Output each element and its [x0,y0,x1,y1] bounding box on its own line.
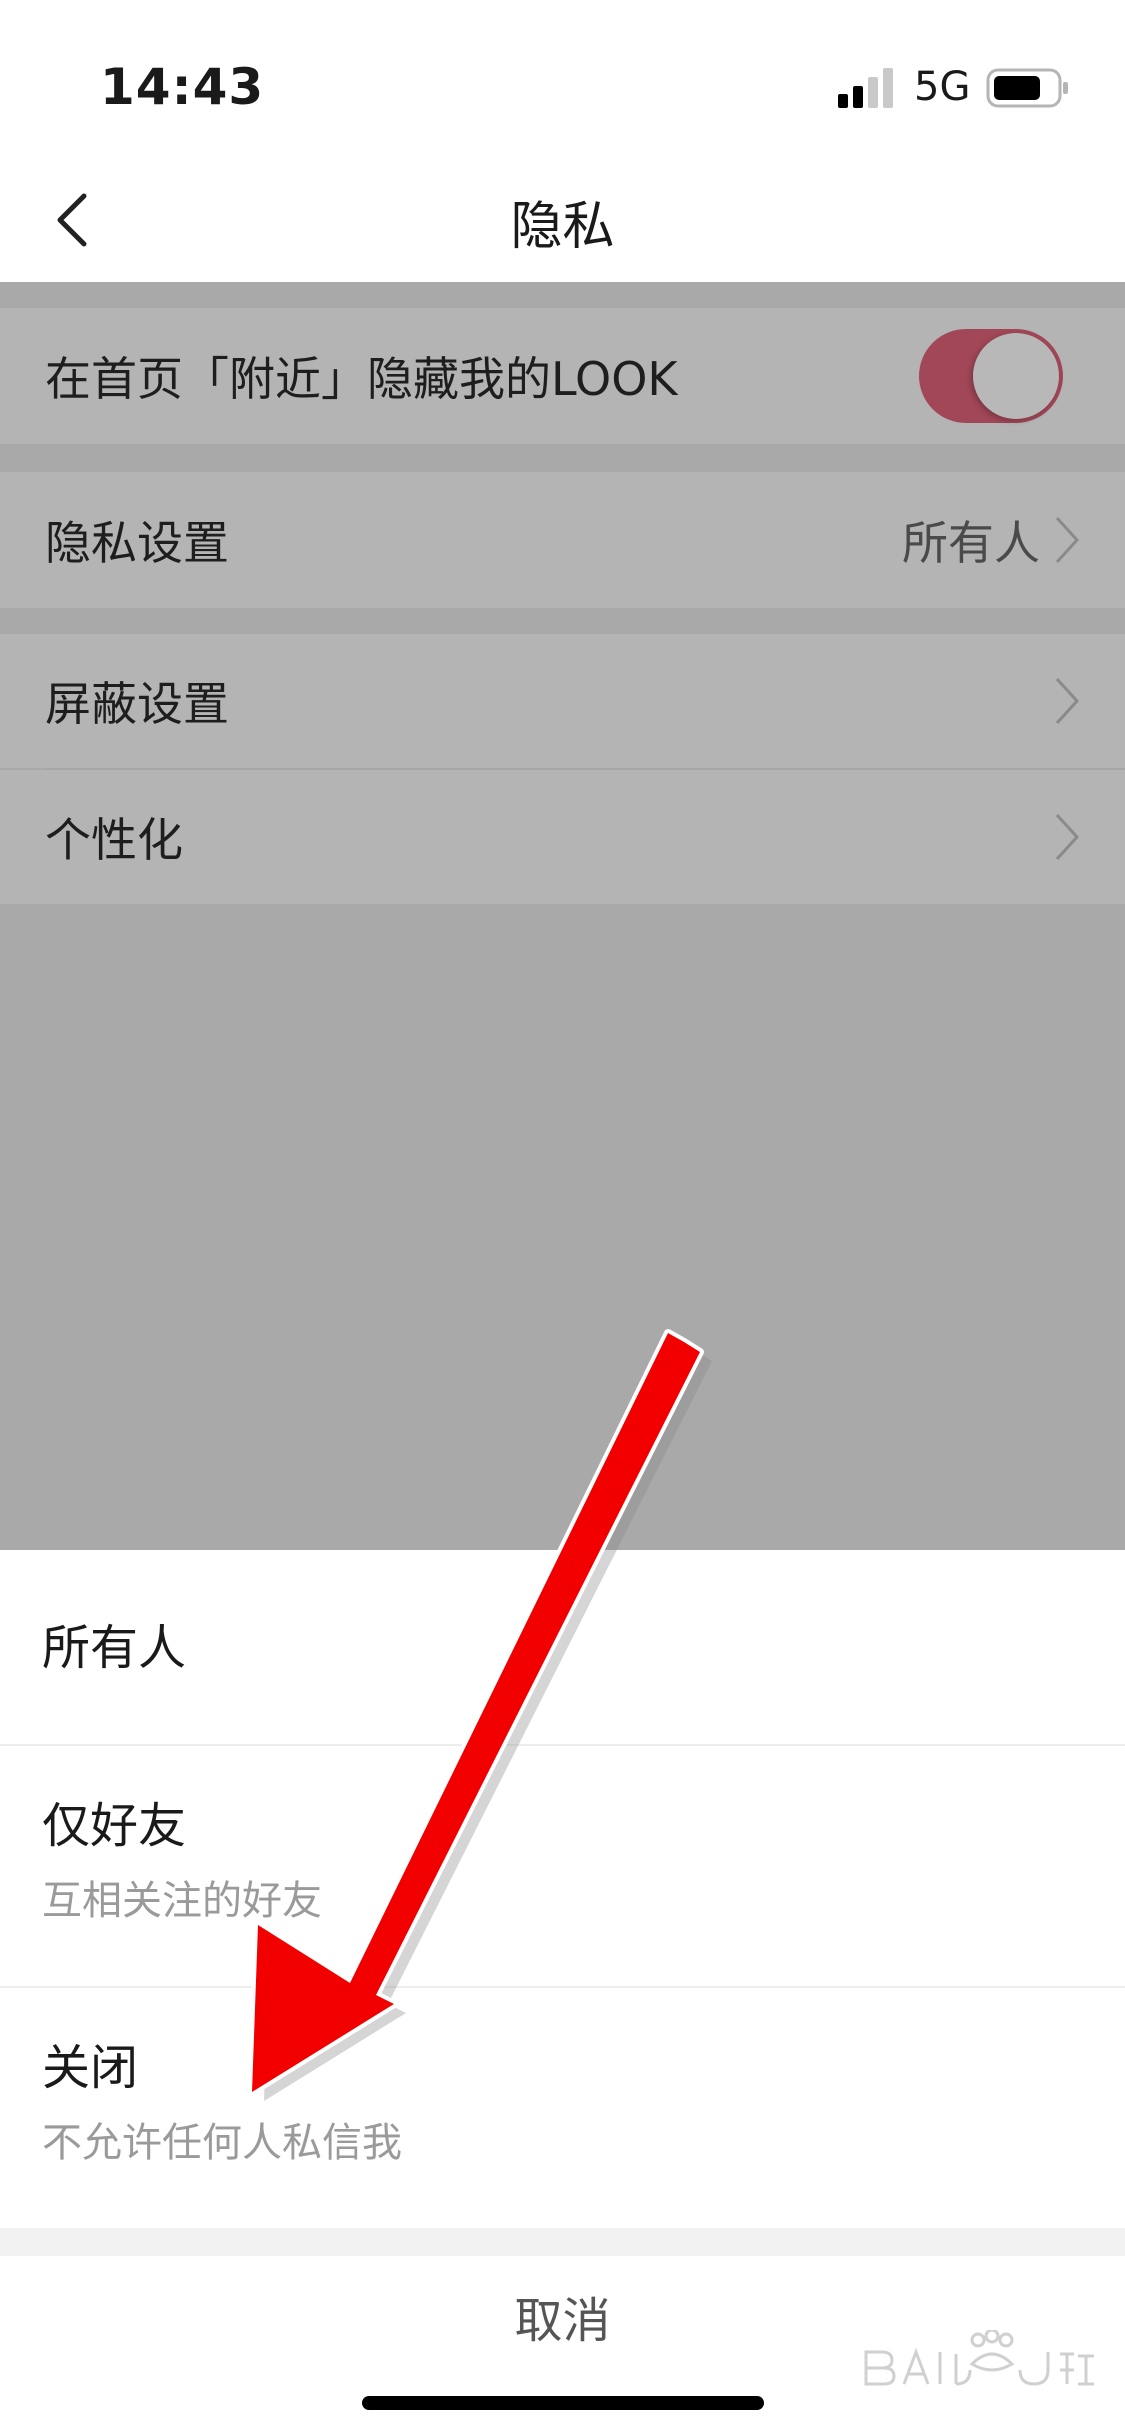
battery-icon [986,68,1068,108]
option-subtitle: 不允许任何人私信我 [42,2120,402,2166]
nav-bar: 隐私 [0,160,1125,282]
privacy-setting-value: 所有人 [902,516,1040,570]
option-everyone[interactable]: 所有人 [0,1550,1125,1744]
option-title: 仅好友 [42,1798,187,1854]
baidu-jingyan-watermark [864,2330,1094,2386]
settings-list: 在首页「附近」隐藏我的LOOK 隐私设置 所有人 屏蔽设置 个性化 [0,282,1125,1550]
chevron-right-icon [1055,813,1080,861]
hide-nearby-toggle[interactable] [919,329,1063,423]
option-off[interactable]: 关闭 不允许任何人私信我 [0,1988,1125,2228]
personalize-label: 个性化 [45,813,183,867]
block-setting-row[interactable]: 屏蔽设置 [0,634,1125,768]
option-friends-only[interactable]: 仅好友 互相关注的好友 [0,1746,1125,1986]
network-type: 5G [914,64,971,110]
sheet-gap [0,2228,1125,2256]
page-title: 隐私 [510,197,615,257]
status-bar: 14:43 5G [0,0,1125,160]
block-setting-label: 屏蔽设置 [45,677,229,731]
hide-nearby-label: 在首页「附近」隐藏我的LOOK [45,352,678,406]
privacy-setting-row[interactable]: 隐私设置 所有人 [0,472,1125,608]
action-sheet: 所有人 仅好友 互相关注的好友 关闭 不允许任何人私信我 取消 [0,1550,1125,2436]
signal-icon [838,68,893,108]
home-indicator [362,2396,764,2410]
status-time: 14:43 [100,58,265,116]
option-title: 所有人 [42,1620,187,1676]
option-title: 关闭 [42,2040,139,2096]
chevron-right-icon [1055,516,1080,564]
chevron-right-icon [1055,677,1080,725]
personalize-row[interactable]: 个性化 [0,770,1125,904]
toggle-knob [973,333,1059,419]
option-subtitle: 互相关注的好友 [42,1878,322,1924]
privacy-setting-label: 隐私设置 [45,516,229,570]
hide-nearby-row: 在首页「附近」隐藏我的LOOK [0,308,1125,444]
